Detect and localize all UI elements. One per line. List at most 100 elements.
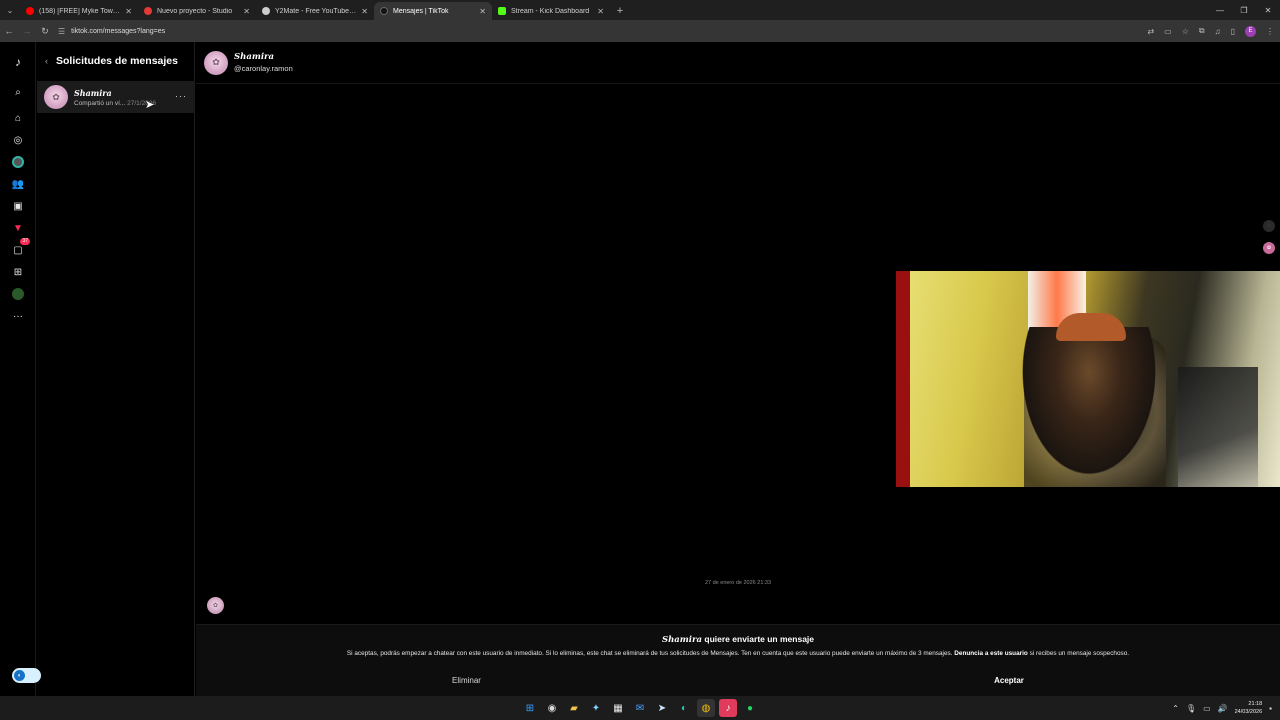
- minimize-icon[interactable]: —: [1208, 0, 1232, 20]
- browser-tab[interactable]: Y2Mate - Free YouTube to MP3 ✕: [256, 2, 374, 20]
- obs-icon[interactable]: ◉: [543, 699, 561, 717]
- request-prompt-description: Si aceptas, podrás empezar a chatear con…: [196, 650, 1280, 657]
- copilot-icon[interactable]: ✦: [587, 699, 605, 717]
- bookmark-star-icon[interactable]: ☆: [1182, 27, 1189, 36]
- browser-tab[interactable]: Stream - Kick Dashboard ✕: [492, 2, 610, 20]
- browser-tab-strip: ⌄ (158) [FREE] Myke Towers Typo ✕ Nuevo …: [0, 0, 1280, 20]
- profile-avatar-icon[interactable]: [10, 286, 26, 302]
- nav-rail: ♪ ⌕ ⌂ ◎ 👥 ▣ ▼ ▢ 37 ⊞ ··· ◐: [0, 42, 41, 696]
- tab-title: Stream - Kick Dashboard: [511, 7, 590, 15]
- home-icon[interactable]: ⌂: [10, 110, 26, 126]
- following-avatar-icon[interactable]: [10, 154, 26, 170]
- messages-icon[interactable]: ▢ 37: [10, 238, 30, 258]
- chrome-icon[interactable]: ◍: [697, 699, 715, 717]
- avatar[interactable]: ✿: [204, 50, 228, 75]
- notification-badge: 37: [20, 238, 30, 245]
- browser-menu-icon[interactable]: ⋮: [1266, 27, 1274, 36]
- url-field[interactable]: ☰ tiktok.com/messages?lang=es: [58, 23, 1138, 39]
- search-icon[interactable]: ⌕: [10, 84, 26, 100]
- request-prompt-title: 𝑺𝒉𝒂𝒎𝒊𝒓𝒂 quiere enviarte un mensaje: [196, 634, 1280, 645]
- tab-title: (158) [FREE] Myke Towers Typo: [39, 7, 121, 15]
- clock-time: 21:18: [1248, 701, 1263, 707]
- shop-icon[interactable]: ▼: [10, 220, 26, 236]
- site-info-icon[interactable]: ☰: [58, 27, 65, 36]
- tiktok-favicon-icon: [380, 7, 388, 15]
- request-preview-text: Compartió un ví...: [74, 99, 126, 107]
- more-options-icon[interactable]: ···: [175, 91, 187, 101]
- tab-close-icon[interactable]: ✕: [243, 7, 250, 16]
- webcam-equipment: [1178, 367, 1258, 487]
- calendar-icon[interactable]: ▦: [609, 699, 627, 717]
- clock[interactable]: 21:18 24/03/2026: [1235, 700, 1263, 716]
- tab-close-icon[interactable]: ✕: [597, 7, 604, 16]
- url-text: tiktok.com/messages?lang=es: [71, 27, 166, 35]
- studio-favicon-icon: [144, 7, 152, 15]
- window-controls: — ❐ ✕: [1208, 0, 1280, 20]
- taskbar: ⊞ ◉ ▰ ✦ ▦ ✉ ➤ ◐ ◍ ♪ ● ⌃ 🎙 ▭ 🔊 21:18 24/0…: [0, 696, 1280, 720]
- tab-close-icon[interactable]: ✕: [479, 7, 486, 16]
- request-list-item[interactable]: ✿ 𝑺𝒉𝒂𝒎𝒊𝒓𝒂 Compartió un ví... 27/1/2026 ·…: [37, 81, 195, 113]
- close-window-icon[interactable]: ✕: [1256, 0, 1280, 20]
- address-bar: ← → ↻ ☰ tiktok.com/messages?lang=es ⇄ ▭ …: [0, 20, 1280, 42]
- live-icon[interactable]: ▣: [10, 198, 26, 214]
- new-tab-button[interactable]: +: [610, 2, 630, 20]
- extensions-icon[interactable]: ⧉: [1199, 26, 1205, 36]
- cast-icon[interactable]: ▭: [1164, 27, 1172, 36]
- volume-icon[interactable]: 🔊: [1218, 704, 1228, 713]
- webcam-person: [1014, 327, 1164, 487]
- request-sender-name: 𝑺𝒉𝒂𝒎𝒊𝒓𝒂: [74, 87, 112, 98]
- profile-avatar[interactable]: E: [1245, 25, 1256, 37]
- floating-widget-icon[interactable]: ◌: [1263, 220, 1275, 232]
- floating-avatar-icon[interactable]: ✿: [1263, 242, 1275, 254]
- webcam-overlay: [896, 271, 1280, 487]
- sidepanel-icon[interactable]: ▯: [1231, 27, 1235, 36]
- kick-favicon-icon: [498, 7, 506, 15]
- more-options-icon[interactable]: ···: [10, 308, 26, 324]
- tiktok-app-icon[interactable]: ♪: [719, 699, 737, 717]
- chat-contact-handle[interactable]: @caronlay.ramon: [234, 64, 293, 73]
- tray-chevron-icon[interactable]: ⌃: [1172, 704, 1179, 713]
- request-preview: Compartió un ví... 27/1/2026: [74, 100, 156, 107]
- file-explorer-icon[interactable]: ▰: [565, 699, 583, 717]
- back-arrow-icon[interactable]: ←: [0, 20, 18, 42]
- tab-close-icon[interactable]: ✕: [125, 7, 132, 16]
- webcam-cap: [1056, 313, 1126, 341]
- mail-icon[interactable]: ✉: [631, 699, 649, 717]
- forward-arrow-icon[interactable]: →: [18, 20, 36, 42]
- browser-tab-active[interactable]: Mensajes | TikTok ✕: [374, 2, 492, 20]
- restore-icon[interactable]: ❐: [1232, 0, 1256, 20]
- request-prompt-name: 𝑺𝒉𝒂𝒎𝒊𝒓𝒂: [661, 635, 703, 645]
- network-icon[interactable]: ▭: [1203, 704, 1211, 713]
- requests-title: Solicitudes de mensajes: [56, 55, 178, 67]
- microphone-icon[interactable]: 🎙: [1186, 704, 1196, 713]
- back-chevron-icon[interactable]: ‹: [45, 56, 48, 66]
- windows-start-icon[interactable]: ⊞: [521, 699, 539, 717]
- message-timestamp: 27 de enero de 2026 21:33: [704, 580, 772, 586]
- delete-button[interactable]: Eliminar: [196, 671, 737, 689]
- chat-contact-name[interactable]: 𝑺𝒉𝒂𝒎𝒊𝒓𝒂: [234, 52, 293, 62]
- reload-icon[interactable]: ↻: [36, 20, 54, 42]
- tab-close-icon[interactable]: ✕: [361, 7, 368, 16]
- browser-tab[interactable]: Nuevo proyecto - Studio ✕: [138, 2, 256, 20]
- tiktok-logo-icon[interactable]: ♪: [10, 54, 26, 70]
- tab-search-icon[interactable]: ⌄: [0, 0, 20, 20]
- explore-icon[interactable]: ◎: [10, 132, 26, 148]
- media-controls-icon[interactable]: ♫: [1215, 27, 1221, 36]
- tab-title: Mensajes | TikTok: [393, 7, 449, 15]
- upload-icon[interactable]: ⊞: [10, 264, 26, 280]
- translate-icon[interactable]: ⇄: [1147, 27, 1154, 36]
- accept-button[interactable]: Aceptar: [738, 671, 1280, 689]
- edge-icon[interactable]: ◐: [675, 699, 693, 717]
- friends-icon[interactable]: 👥: [10, 176, 26, 192]
- browser-tab[interactable]: (158) [FREE] Myke Towers Typo ✕: [20, 2, 138, 20]
- request-texts: 𝑺𝒉𝒂𝒎𝒊𝒓𝒂 Compartió un ví... 27/1/2026: [74, 88, 156, 107]
- steam-icon[interactable]: ➤: [653, 699, 671, 717]
- report-user-link[interactable]: Denuncia a este usuario: [954, 650, 1028, 657]
- chat-header-texts: 𝑺𝒉𝒂𝒎𝒊𝒓𝒂 @caronlay.ramon: [234, 52, 293, 73]
- request-desc-text: Si aceptas, podrás empezar a chatear con…: [346, 650, 953, 657]
- toggle-knob-icon: ◐: [14, 670, 25, 681]
- message-sender-avatar: ✿: [207, 597, 224, 614]
- address-bar-actions: ⇄ ▭ ☆ ⧉ ♫ ▯ E ⋮: [1147, 20, 1274, 42]
- spotify-icon[interactable]: ●: [741, 699, 759, 717]
- notifications-icon[interactable]: ▪: [1269, 704, 1272, 713]
